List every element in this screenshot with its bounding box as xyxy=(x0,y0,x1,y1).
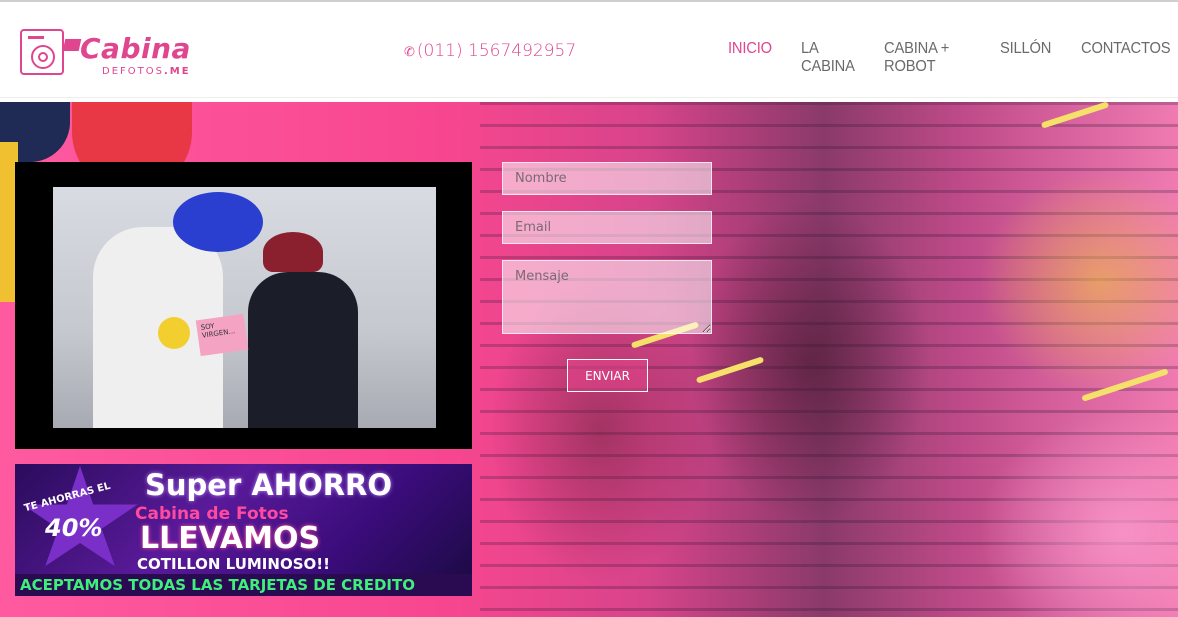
video-player[interactable]: SOY VIRGEN... xyxy=(15,162,472,449)
phone-number[interactable]: ✆ (011) 1567492957 xyxy=(404,41,576,61)
logo-subtitle: DEFOTOS.ME xyxy=(102,66,191,77)
logo-title: Cabina xyxy=(80,32,191,65)
message-field[interactable] xyxy=(502,260,712,334)
nav-item-cabina-robot[interactable]: CABINA + ROBOT xyxy=(884,40,968,76)
logo-subtitle-suffix: .ME xyxy=(163,66,191,77)
promo-llevamos: LLEVAMOS xyxy=(140,521,321,556)
promo-cards-strip: ACEPTAMOS TODAS LAS TARJETAS DE CREDITO xyxy=(15,574,472,596)
main-nav: INICIO LA CABINA CABINA + ROBOT SILLÓN C… xyxy=(728,40,1178,76)
phone-text: (011) 1567492957 xyxy=(416,41,577,61)
email-field[interactable] xyxy=(502,211,712,244)
logo-subtitle-prefix: DEFOTOS xyxy=(102,66,164,77)
video-hat xyxy=(263,232,323,272)
submit-button[interactable]: ENVIAR xyxy=(567,359,648,392)
site-header: Cabina DEFOTOS.ME ✆ (011) 1567492957 INIC… xyxy=(0,0,1178,98)
promo-banner[interactable]: TE AHORRAS EL 40% Super AHORRO Cabina de… xyxy=(15,464,472,596)
video-wig xyxy=(173,192,263,252)
promo-percent: 40% xyxy=(45,514,103,542)
video-frame: SOY VIRGEN... xyxy=(53,187,436,428)
video-sign: SOY VIRGEN... xyxy=(195,313,249,357)
nav-item-inicio[interactable]: INICIO xyxy=(728,40,772,76)
film-icon xyxy=(62,39,82,51)
promo-headline: Super AHORRO xyxy=(145,468,393,502)
nav-item-sillon[interactable]: SILLÓN xyxy=(1000,40,1051,76)
promo-cotillon: COTILLON LUMINOSO!! xyxy=(137,555,330,573)
logo[interactable]: Cabina DEFOTOS.ME xyxy=(20,28,200,80)
camera-logo-icon xyxy=(20,29,64,75)
streamer-decor xyxy=(1040,102,1110,129)
nav-item-la-cabina[interactable]: LA CABINA xyxy=(801,40,855,76)
emoji-prop-icon xyxy=(158,317,190,349)
streamer-decor xyxy=(1081,368,1169,402)
nav-item-contactos[interactable]: CONTACTOS xyxy=(1081,40,1171,76)
name-field[interactable] xyxy=(502,162,712,195)
hero-section: SOY VIRGEN... TE AHORRAS EL 40% Super AH… xyxy=(0,102,1178,617)
video-person xyxy=(248,272,358,428)
contact-form: ENVIAR xyxy=(502,162,712,392)
phone-icon: ✆ xyxy=(404,45,415,60)
